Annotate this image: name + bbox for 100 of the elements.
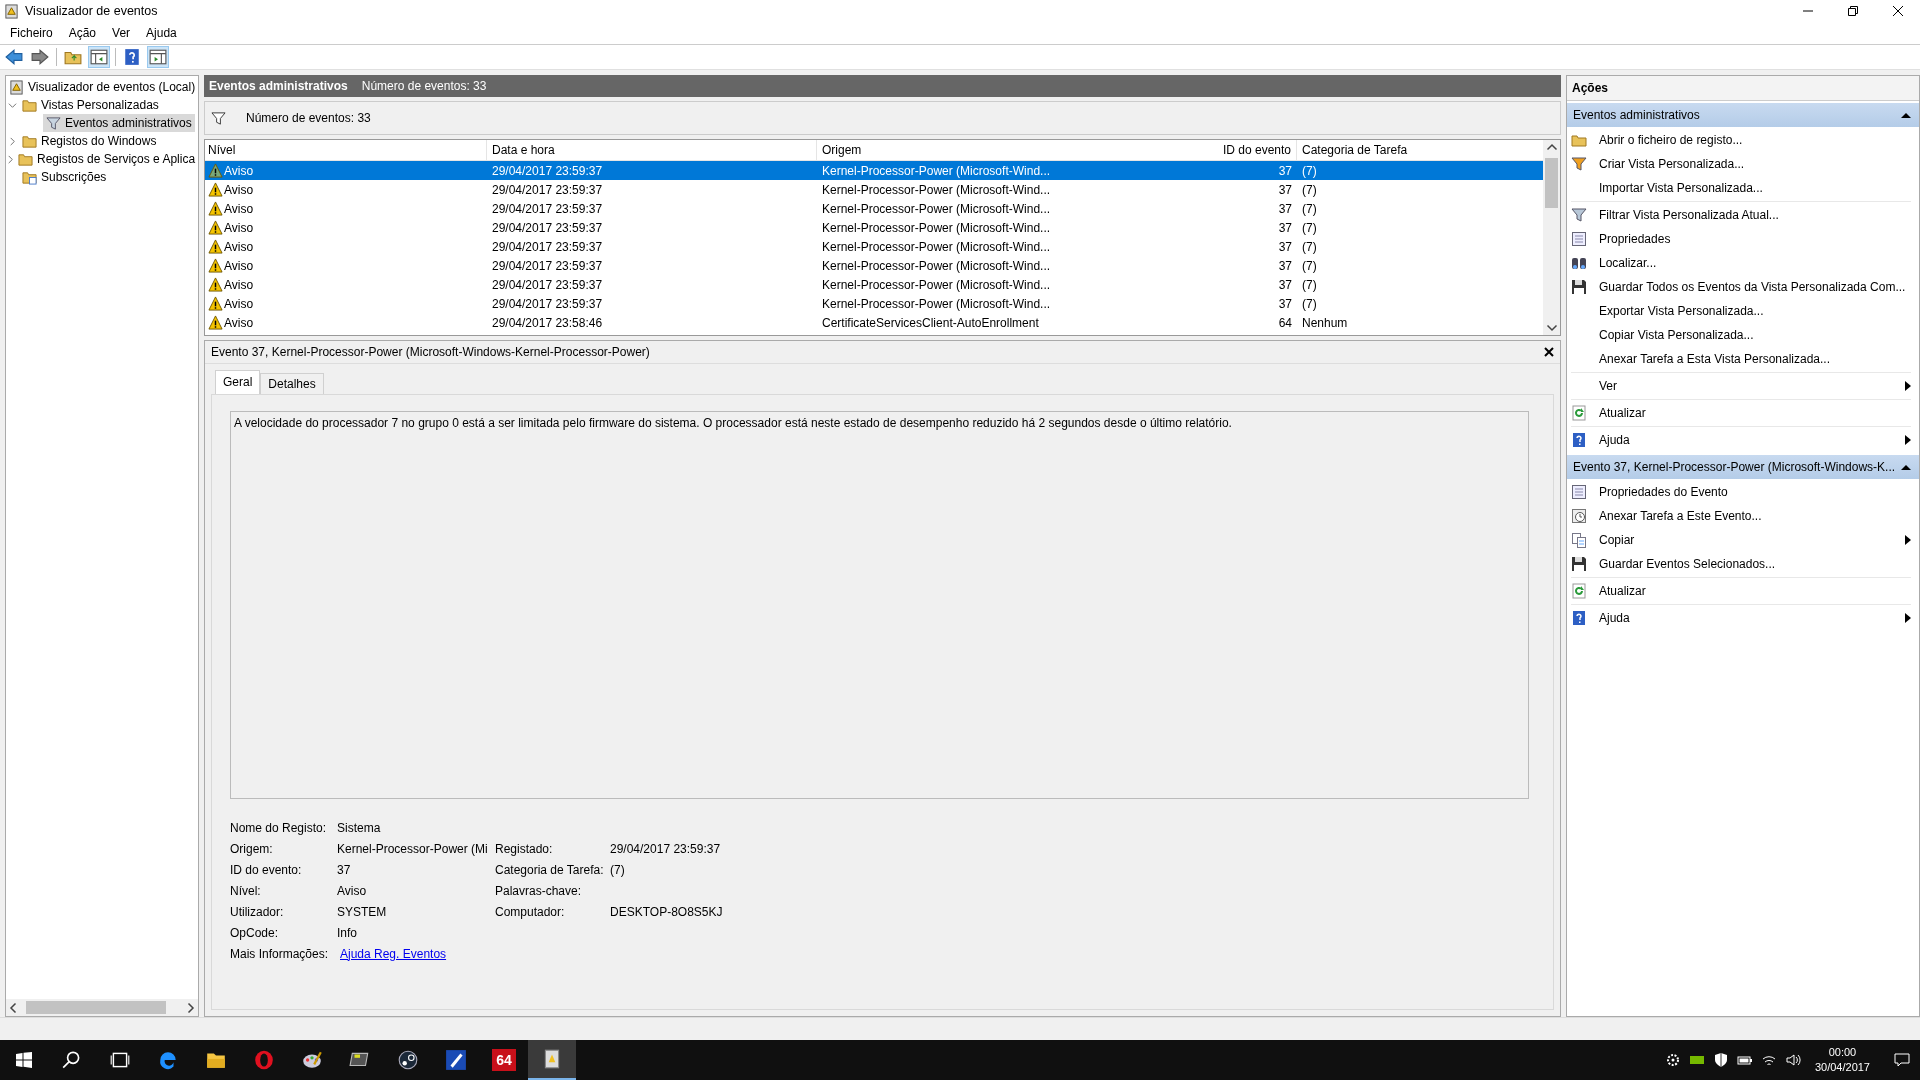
action-item[interactable]: Propriedades do Evento — [1599, 485, 1728, 499]
notification-icon[interactable] — [1894, 1052, 1910, 1068]
column-header[interactable]: Origem — [817, 140, 1057, 160]
field-value: 29/04/2017 23:59:37 — [610, 841, 722, 856]
table-cell-text: Kernel-Processor-Power (Microsoft-Wind... — [821, 220, 1052, 235]
vertical-scrollbar[interactable] — [1543, 140, 1560, 335]
collapse-arrow-icon[interactable] — [1901, 464, 1911, 470]
horizontal-scrollbar[interactable] — [6, 999, 198, 1016]
field-value: Kernel-Processor-Power (Mi — [337, 841, 489, 856]
column-header[interactable]: Nível — [205, 140, 487, 160]
table-row[interactable]: Aviso 29/04/2017 23:59:37 Kernel-Processor-Power (Microsoft-Wind... 37 (7) — [205, 199, 1543, 218]
tree-item[interactable]: Visualizador de eventos (Local) — [6, 78, 198, 96]
table-cell-text: 29/04/2017 23:59:37 — [491, 239, 604, 254]
menu-item[interactable]: Ver — [106, 26, 137, 40]
event-message: A velocidade do processador 7 no grupo 0 está a ser limitada pelo firmware do sistema. O processador está neste estado de desempenho reduzido há 2 segundos desde o último relatório. — [230, 411, 1529, 799]
table-cell: Aviso — [224, 258, 254, 273]
back-arrow-icon[interactable] — [4, 47, 24, 67]
table-row[interactable]: Aviso 29/04/2017 23:59:37 Kernel-Processor-Power (Microsoft-Wind... 37 (7) — [205, 218, 1543, 237]
action-item[interactable]: Anexar Tarefa a Este Evento... — [1599, 509, 1762, 523]
help-icon[interactable] — [122, 47, 142, 67]
action-item[interactable]: Criar Vista Personalizada... — [1599, 157, 1745, 171]
table-cell-text: 64 — [1277, 315, 1293, 330]
column-header[interactable]: Categoria de Tarefa — [1297, 140, 1543, 160]
table-cell: Aviso — [224, 277, 254, 292]
submenu-arrow-icon[interactable] — [1905, 535, 1911, 545]
column-header[interactable]: ID do evento — [1057, 140, 1297, 160]
clock[interactable]: 00:00 30/04/2017 — [1808, 1045, 1876, 1075]
table-row[interactable]: Aviso 29/04/2017 23:59:37 Kernel-Processor-Power (Microsoft-Wind... 37 (7) — [205, 180, 1543, 199]
table-row[interactable]: Aviso 29/04/2017 23:59:37 Kernel-Processor-Power (Microsoft-Wind... 37 (7) — [205, 256, 1543, 275]
section-header[interactable]: Eventos administrativos — [1567, 103, 1919, 127]
action-item[interactable]: Anexar Tarefa a Esta Vista Personalizada... — [1599, 352, 1831, 366]
tree-item[interactable]: Subscrições — [19, 168, 110, 186]
forward-arrow-icon[interactable] — [30, 47, 50, 67]
submenu-arrow-icon[interactable] — [1905, 613, 1911, 623]
action-item[interactable]: Abrir o ficheiro de registo... — [1599, 133, 1743, 147]
scrollbar-thumb[interactable] — [26, 1001, 166, 1014]
collapse-arrow-icon[interactable] — [1901, 112, 1911, 118]
section-title: Evento 37, Kernel-Processor-Power (Microsoft-Windows-K... — [1573, 460, 1896, 474]
submenu-arrow-icon[interactable] — [1905, 381, 1911, 391]
speaker-icon[interactable] — [1784, 1052, 1801, 1068]
close-icon[interactable] — [1544, 347, 1554, 357]
action-item[interactable]: Copiar — [1599, 533, 1635, 547]
table-row[interactable]: Aviso 29/04/2017 23:59:37 Kernel-Processor-Power (Microsoft-Wind... 37 (7) — [205, 237, 1543, 256]
table-cell-text: 29/04/2017 23:59:37 — [491, 220, 604, 235]
tree-item[interactable]: Vistas Personalizadas — [19, 96, 162, 114]
binoculars-icon — [1571, 255, 1587, 271]
table-row[interactable]: Aviso 29/04/2017 23:59:37 Kernel-Processor-Power (Microsoft-Wind... 37 (7) — [205, 161, 1543, 180]
panel-toggle-icon[interactable] — [89, 47, 109, 67]
event-title: Evento 37, Kernel-Processor-Power (Microsoft-Windows-Kernel-Processor-Power) — [211, 345, 650, 359]
tree-item[interactable]: Registos de Serviços e Aplica — [15, 150, 198, 168]
collapsed-chevron-icon[interactable] — [8, 136, 17, 146]
tab[interactable]: Geral — [215, 370, 261, 394]
table-row[interactable]: Aviso 29/04/2017 23:59:37 Kernel-Processor-Power (Microsoft-Wind... 37 (7) — [205, 275, 1543, 294]
shield-icon[interactable] — [1712, 1052, 1729, 1068]
action-item[interactable]: Ajuda — [1599, 433, 1630, 447]
action-item[interactable]: Exportar Vista Personalizada... — [1599, 304, 1764, 318]
action-item[interactable]: Importar Vista Personalizada... — [1599, 181, 1763, 195]
action-item[interactable]: Atualizar — [1599, 406, 1646, 420]
help-link[interactable]: Ajuda Reg. Eventos — [340, 946, 447, 961]
action-item[interactable]: Atualizar — [1599, 584, 1646, 598]
funnel-icon — [1571, 156, 1587, 172]
taskbar-button[interactable] — [528, 1040, 576, 1080]
column-header[interactable]: Data e hora — [487, 140, 817, 160]
menu-item[interactable]: Ação — [62, 26, 103, 40]
collapsed-chevron-icon[interactable] — [6, 154, 15, 164]
copy-icon — [1571, 532, 1587, 548]
table-row[interactable]: Aviso 29/04/2017 23:58:46 CertificateServicesClient-AutoEnrollment 64 Nenhum — [205, 313, 1543, 332]
action-item[interactable]: Propriedades — [1599, 232, 1671, 246]
action-item[interactable]: Ajuda — [1599, 611, 1630, 625]
table-cell-text: Kernel-Processor-Power (Microsoft-Wind... — [821, 163, 1052, 178]
action-item[interactable]: Copiar Vista Personalizada... — [1599, 328, 1754, 342]
action-item[interactable]: Localizar... — [1599, 256, 1657, 270]
action-item[interactable]: Guardar Eventos Selecionados... — [1599, 557, 1776, 571]
field-label: Utilizador: — [230, 904, 285, 919]
tree-item[interactable]: Eventos administrativos — [43, 114, 195, 132]
table-cell-text: (7) — [1301, 182, 1318, 197]
table-cell: Aviso — [224, 315, 254, 330]
menu-item[interactable]: Ajuda — [140, 26, 183, 40]
scrollbar-thumb[interactable] — [1545, 158, 1558, 208]
submenu-arrow-icon[interactable] — [1905, 435, 1911, 445]
table-row[interactable]: Aviso 29/04/2017 23:59:37 Kernel-Processor-Power (Microsoft-Wind... 37 (7) — [205, 294, 1543, 313]
action-item[interactable]: Ver — [1599, 379, 1617, 393]
taskbar-button[interactable]: 64 — [480, 1040, 528, 1080]
field-label: Origem: — [230, 841, 274, 856]
panel-toggle-icon[interactable] — [148, 47, 168, 67]
gear-icon[interactable] — [1664, 1052, 1681, 1068]
table-cell-text: 29/04/2017 23:59:37 — [491, 258, 604, 273]
warning-icon — [208, 239, 223, 254]
table-cell-text: Kernel-Processor-Power (Microsoft-Wind... — [821, 201, 1052, 216]
app-icon-label: 64 — [492, 1049, 516, 1071]
action-item[interactable]: Guardar Todos os Eventos da Vista Personalizada Com... — [1599, 280, 1906, 294]
table-cell-text: (7) — [1301, 201, 1318, 216]
action-item[interactable]: Filtrar Vista Personalizada Atual... — [1599, 208, 1779, 222]
expanded-chevron-icon[interactable] — [8, 100, 17, 110]
table-cell: Aviso — [224, 182, 254, 197]
tab[interactable]: Detalhes — [260, 373, 324, 394]
menu-item[interactable]: Ficheiro — [4, 26, 59, 40]
warning-icon — [208, 277, 223, 292]
section-header[interactable]: Evento 37, Kernel-Processor-Power (Microsoft-Windows-K... — [1567, 455, 1919, 479]
tree-item[interactable]: Registos do Windows — [19, 132, 160, 150]
